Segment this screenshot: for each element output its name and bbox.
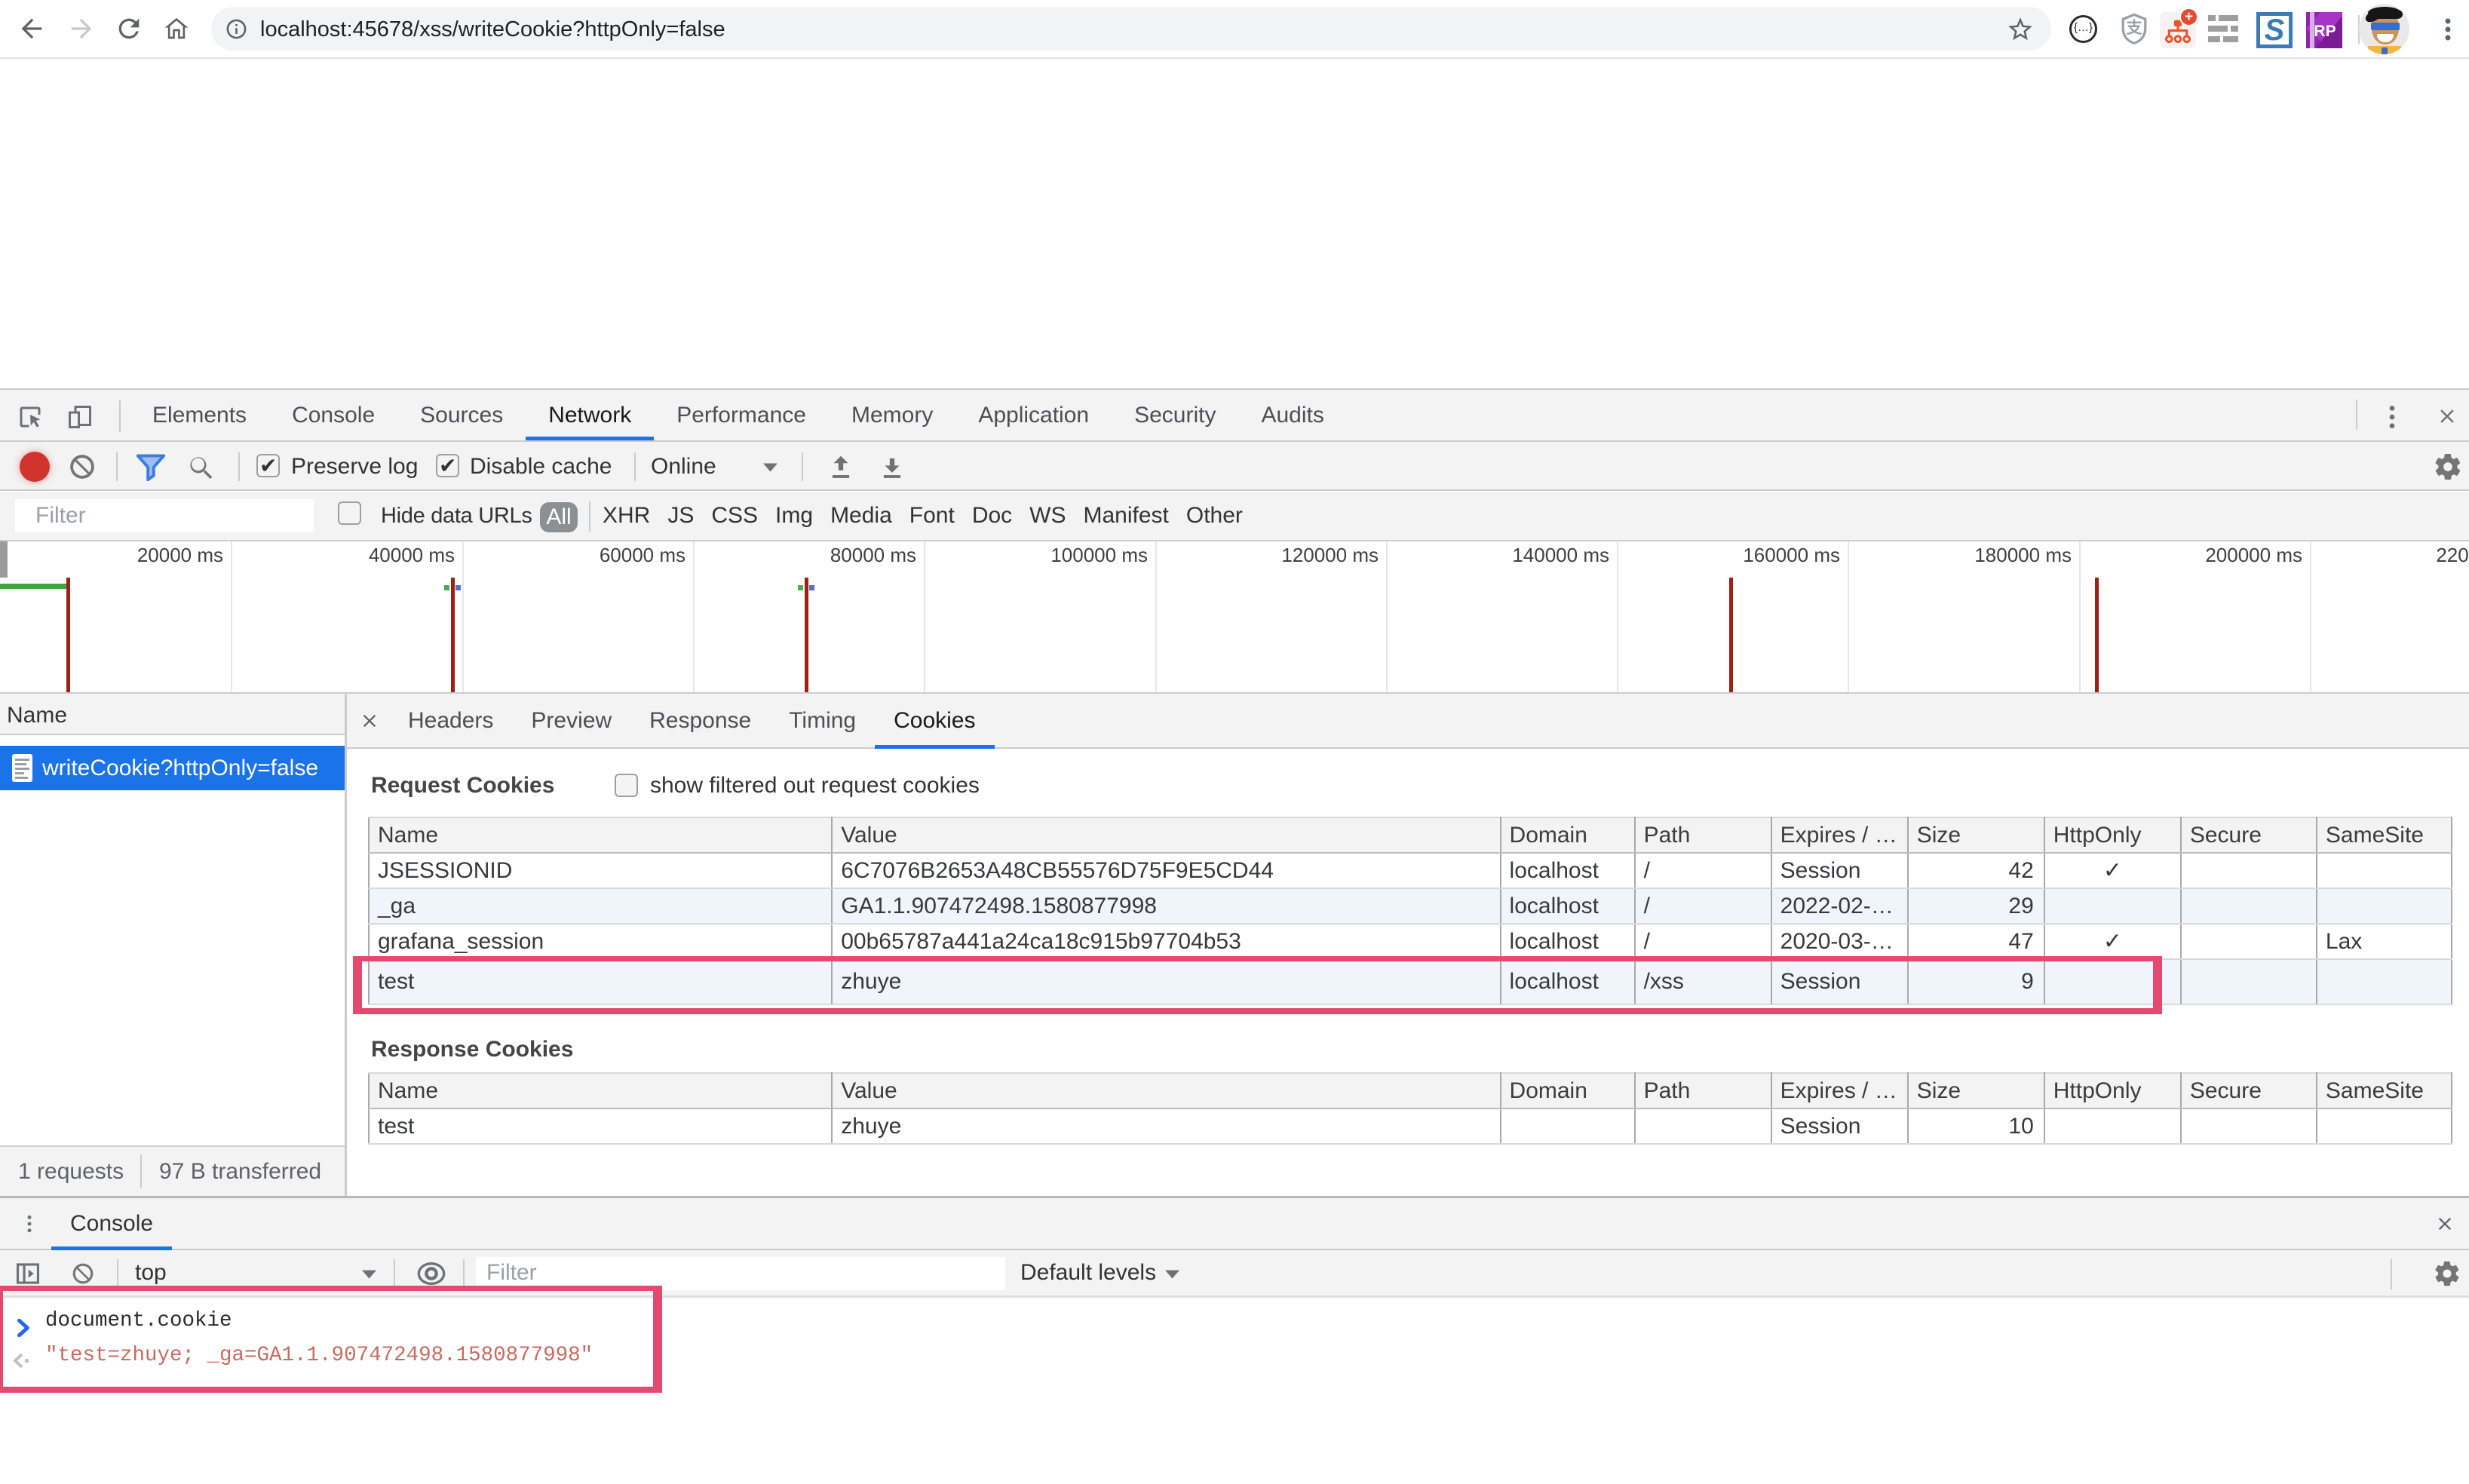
svg-text:支: 支	[2126, 19, 2142, 37]
